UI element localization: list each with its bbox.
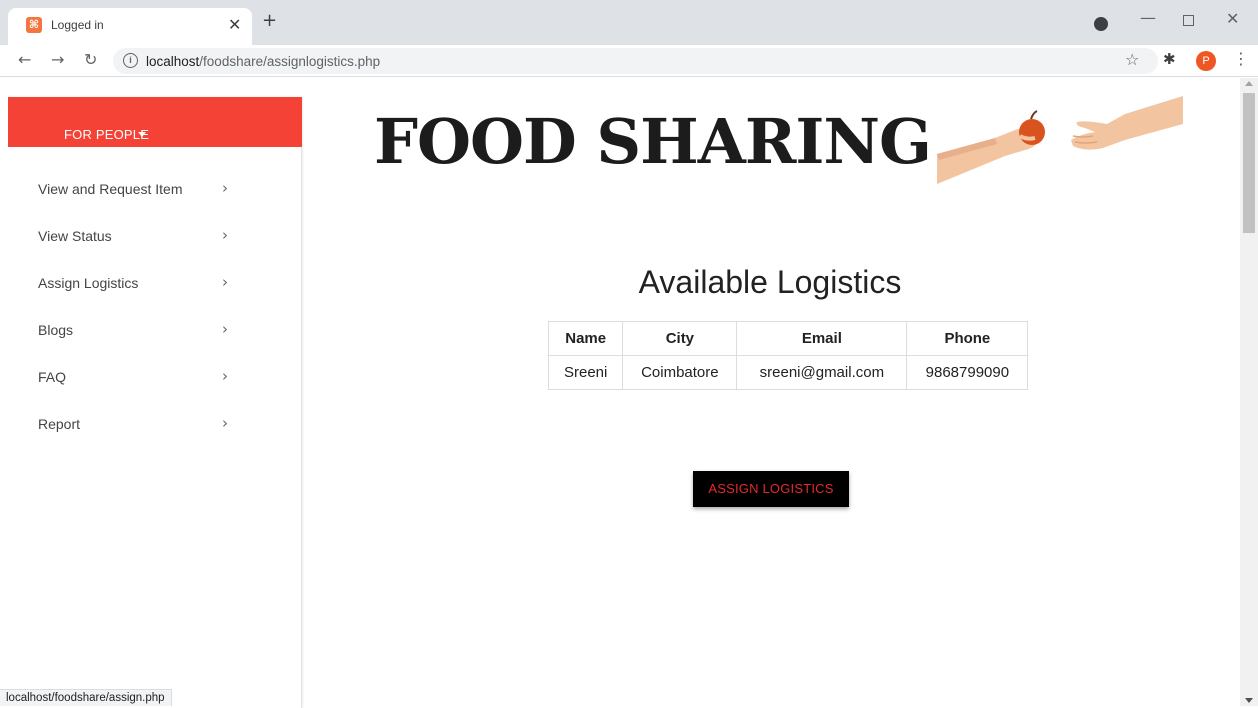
tab-title: Logged in xyxy=(51,18,104,32)
url-text[interactable]: localhost/foodshare/assignlogistics.php xyxy=(146,54,380,69)
sidebar: FOR PEOPLE View and Request Item › View … xyxy=(8,97,302,708)
chevron-right-icon: › xyxy=(222,273,228,291)
sidebar-item-label: Assign Logistics xyxy=(38,275,139,291)
extensions-puzzle-icon[interactable]: ✱ xyxy=(1163,50,1176,68)
xampp-favicon-icon: ⌘ xyxy=(26,17,42,33)
sidebar-item-label: Report xyxy=(38,416,81,432)
close-tab-icon[interactable]: ✕ xyxy=(228,15,241,34)
caret-down-icon xyxy=(138,132,146,137)
scroll-down-arrow-icon[interactable] xyxy=(1245,698,1253,703)
chevron-right-icon: › xyxy=(222,226,228,244)
browser-menu-icon[interactable]: ⋮ xyxy=(1233,49,1249,68)
column-header-phone: Phone xyxy=(906,321,1029,356)
cell-phone: 9868799090 xyxy=(906,355,1029,390)
sidebar-item-label: View and Request Item xyxy=(38,181,183,197)
sidebar-header[interactable]: FOR PEOPLE xyxy=(8,97,302,147)
cell-name: Sreeni xyxy=(547,355,624,390)
back-arrow-icon[interactable]: ← xyxy=(18,50,31,69)
url-path: /foodshare/assignlogistics.php xyxy=(199,54,381,69)
sidebar-item-label: Blogs xyxy=(38,322,74,338)
sidebar-header-label: FOR PEOPLE xyxy=(64,127,150,142)
brand-title: FOOD SHARING xyxy=(374,105,932,178)
site-info-icon[interactable]: i xyxy=(123,53,138,68)
chevron-right-icon: › xyxy=(222,414,228,432)
sidebar-item-label: FAQ xyxy=(38,369,67,385)
extension-status-icon[interactable] xyxy=(1094,17,1108,31)
close-window-icon[interactable]: ✕ xyxy=(1226,9,1239,28)
url-host: localhost xyxy=(146,54,200,69)
sidebar-item-assign-logistics[interactable]: Assign Logistics › xyxy=(8,261,302,307)
sidebar-item-view-status[interactable]: View Status › xyxy=(8,214,302,260)
column-header-city: City xyxy=(622,321,738,356)
minimize-window-icon[interactable]: — xyxy=(1140,8,1156,27)
section-title: Available Logistics xyxy=(638,264,902,300)
sidebar-item-blogs[interactable]: Blogs › xyxy=(8,308,302,354)
scroll-up-arrow-icon[interactable] xyxy=(1245,81,1253,86)
new-tab-icon[interactable]: + xyxy=(262,12,277,30)
chevron-right-icon: › xyxy=(222,320,228,338)
browser-tab[interactable]: ⌘ Logged in ✕ xyxy=(8,8,252,45)
column-header-email: Email xyxy=(736,321,908,356)
table-row: Sreeni Coimbatore sreeni@gmail.com 98687… xyxy=(547,355,1029,390)
forward-arrow-icon[interactable]: → xyxy=(51,50,64,69)
page-scrollbar[interactable] xyxy=(1240,78,1258,706)
sidebar-item-faq[interactable]: FAQ › xyxy=(8,355,302,401)
restore-window-icon[interactable] xyxy=(1183,15,1194,26)
table-header-row: Name City Email Phone xyxy=(547,321,1029,356)
browser-toolbar: ← → ↻ i localhost/foodshare/assignlogist… xyxy=(0,45,1258,77)
link-status-bar: localhost/foodshare/assign.php xyxy=(0,689,172,706)
sidebar-item-label: View Status xyxy=(38,228,112,244)
sidebar-item-report[interactable]: Report › xyxy=(8,402,302,448)
reload-icon[interactable]: ↻ xyxy=(84,50,97,69)
chevron-right-icon: › xyxy=(222,179,228,197)
scroll-thumb[interactable] xyxy=(1243,93,1255,233)
chevron-right-icon: › xyxy=(222,367,228,385)
address-bar[interactable]: i localhost/foodshare/assignlogistics.ph… xyxy=(113,48,1158,74)
assign-logistics-button[interactable]: ASSIGN LOGISTICS xyxy=(693,471,849,507)
cell-email: sreeni@gmail.com xyxy=(736,355,908,390)
page-content: FOR PEOPLE View and Request Item › View … xyxy=(0,78,1240,708)
browser-tab-bar: ⌘ Logged in ✕ + — ✕ xyxy=(0,0,1258,45)
cell-city: Coimbatore xyxy=(622,355,738,390)
profile-avatar[interactable]: P xyxy=(1196,51,1216,71)
bookmark-star-icon[interactable]: ☆ xyxy=(1125,50,1139,69)
logistics-table: Name City Email Phone Sreeni Coimbatore … xyxy=(547,321,1029,390)
hands-sharing-apple-icon xyxy=(937,96,1183,184)
sidebar-item-view-request[interactable]: View and Request Item › xyxy=(8,167,302,213)
column-header-name: Name xyxy=(547,321,624,356)
